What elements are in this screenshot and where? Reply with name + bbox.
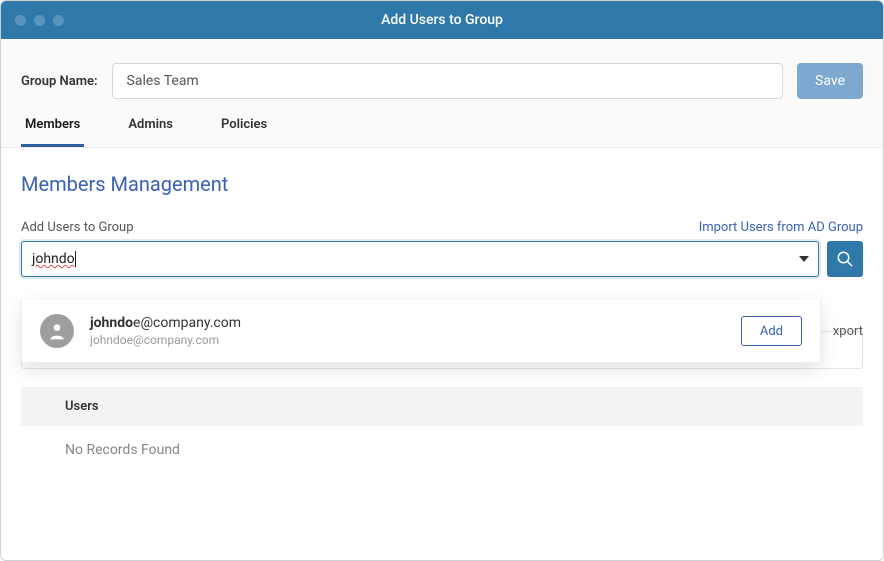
content: Members Management Add Users to Group Im… [1,148,883,560]
minimize-dot[interactable] [34,15,45,26]
search-icon [836,250,854,268]
suggestion-row[interactable]: johndoe@company.com johndoe@company.com … [40,314,802,348]
window: Add Users to Group Group Name: Save Memb… [0,0,884,561]
tab-admins[interactable]: Admins [124,117,177,147]
tab-members[interactable]: Members [21,117,84,147]
user-search-combo[interactable]: johndo [21,241,819,277]
search-row: johndo [21,241,863,277]
import-ad-link[interactable]: Import Users from AD Group [699,220,863,235]
group-name-label: Group Name: [21,74,98,89]
add-users-label: Add Users to Group [21,220,134,235]
users-table-header: Users [21,387,863,426]
section-title: Members Management [21,172,863,196]
group-name-row: Group Name: Save [1,39,883,117]
row-labels: Add Users to Group Import Users from AD … [21,220,863,235]
search-button[interactable] [827,241,863,277]
zoom-dot[interactable] [53,15,64,26]
user-search-input[interactable] [21,241,819,277]
window-controls [15,15,64,26]
titlebar: Add Users to Group [1,1,883,39]
close-dot[interactable] [15,15,26,26]
users-table: Users No Records Found [21,387,863,474]
suggestion-text: johndoe@company.com johndoe@company.com [90,315,725,347]
save-button[interactable]: Save [797,63,863,99]
suggestion-main: johndoe@company.com [90,315,725,331]
suggestion-sub: johndoe@company.com [90,333,725,347]
export-label-fragment: xport [833,324,863,339]
group-name-input[interactable] [112,63,784,99]
user-avatar-icon [40,314,74,348]
tabs: Members Admins Policies [1,117,883,148]
tab-policies[interactable]: Policies [217,117,271,147]
autocomplete-dropdown: johndoe@company.com johndoe@company.com … [21,300,821,363]
window-title: Add Users to Group [1,12,883,28]
body: Group Name: Save Members Admins Policies… [1,39,883,560]
users-table-empty: No Records Found [21,426,863,474]
suggestion-add-button[interactable]: Add [741,316,802,346]
